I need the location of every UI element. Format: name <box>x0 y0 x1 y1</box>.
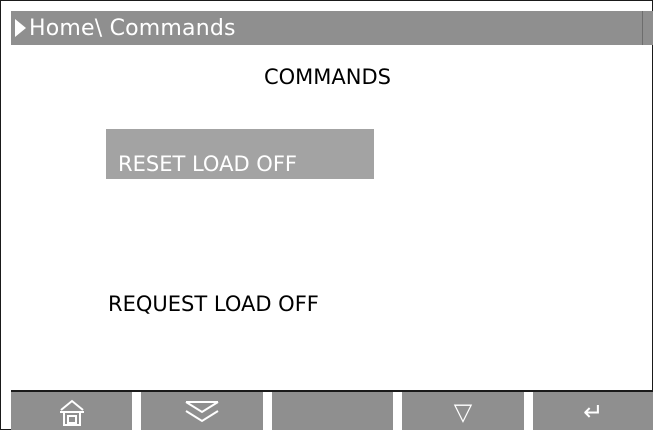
title-bar: Home\ Commands <box>11 11 653 45</box>
triangle-down-icon: ▽ <box>453 397 473 426</box>
enter-icon: ↵ <box>583 397 604 426</box>
page-title: COMMANDS <box>263 65 391 89</box>
page-down-softkey[interactable] <box>141 392 263 430</box>
request-load-off-command[interactable]: REQUEST LOAD OFF <box>96 279 396 319</box>
reset-load-off-command[interactable]: RESET LOAD OFF <box>106 129 374 179</box>
command-label: REQUEST LOAD OFF <box>108 292 319 316</box>
title-bar-end <box>642 11 653 45</box>
enter-softkey[interactable]: ↵ <box>532 392 653 430</box>
double-chevron-down-icon <box>185 400 219 422</box>
softkey-bar: ▽ ↵ <box>11 392 653 430</box>
hmi-screen: Home\ Commands COMMANDS RESET LOAD OFF R… <box>0 0 653 430</box>
breadcrumb: Home\ Commands <box>29 15 236 41</box>
command-label: RESET LOAD OFF <box>118 152 297 176</box>
home-icon <box>59 399 84 426</box>
home-softkey[interactable] <box>11 392 133 430</box>
down-softkey[interactable]: ▽ <box>402 392 524 430</box>
blank-softkey[interactable] <box>271 392 394 430</box>
breadcrumb-arrow-icon <box>15 19 26 37</box>
